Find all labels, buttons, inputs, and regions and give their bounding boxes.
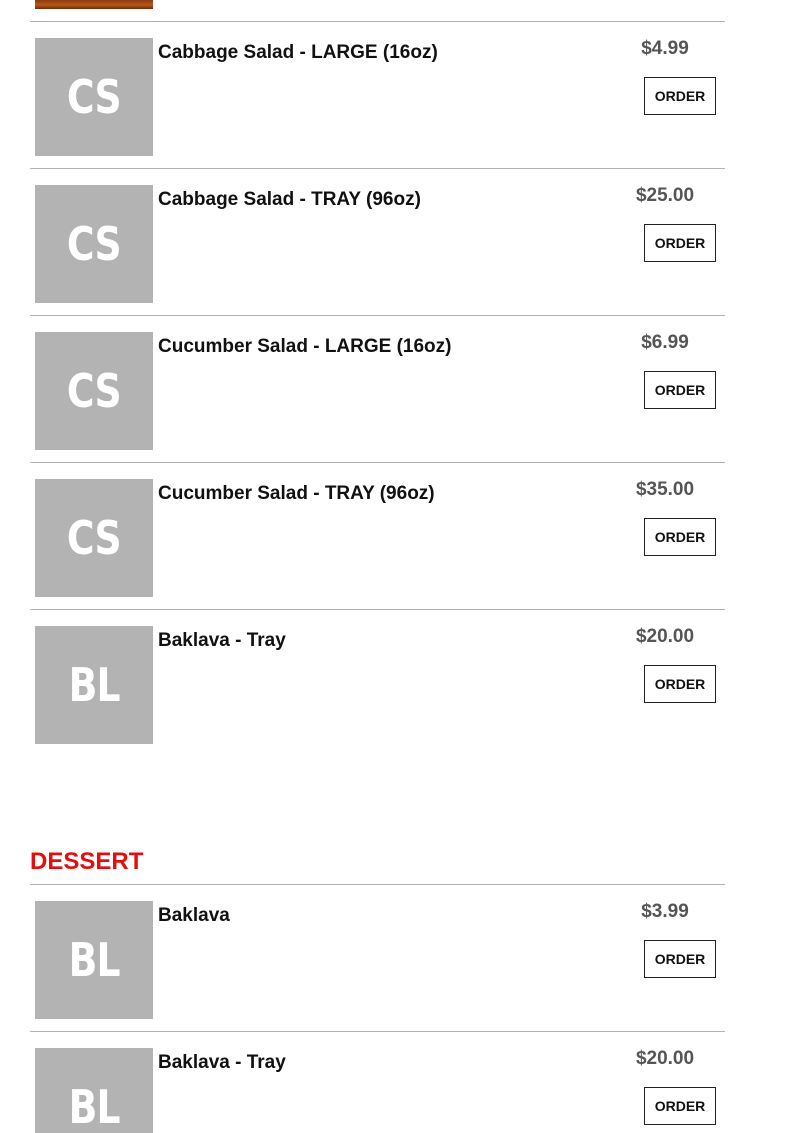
item-thumbnail[interactable]: BL [35, 1048, 153, 1133]
menu-item: CS Cabbage Salad - TRAY (96oz) $25.00 OR… [30, 168, 725, 315]
item-price: $6.99 [641, 332, 689, 353]
menu-item: CS Cucumber Salad - LARGE (16oz) $6.99 O… [30, 315, 725, 462]
order-button[interactable]: ORDER [644, 77, 716, 115]
item-name[interactable]: Cucumber Salad - TRAY (96oz) [158, 483, 435, 505]
thumbnail-initials: BL [68, 933, 120, 987]
thumbnail-initials: CS [67, 217, 122, 271]
order-button[interactable]: ORDER [644, 1087, 716, 1125]
order-button[interactable]: ORDER [644, 940, 716, 978]
item-name[interactable]: Baklava - Tray [158, 1052, 286, 1074]
item-price: $4.99 [641, 38, 689, 59]
item-name[interactable]: Cucumber Salad - LARGE (16oz) [158, 336, 452, 358]
item-thumbnail[interactable]: BL [35, 626, 153, 744]
thumbnail-initials: BL [68, 1080, 120, 1133]
item-thumbnail[interactable]: CS [35, 332, 153, 450]
menu-item: CS Cabbage Salad - LARGE (16oz) $4.99 OR… [30, 21, 725, 168]
item-thumbnail[interactable]: CS [35, 479, 153, 597]
order-button[interactable]: ORDER [644, 224, 716, 262]
menu-item: CS Cucumber Salad - TRAY (96oz) $35.00 O… [30, 462, 725, 609]
thumbnail-initials: CS [67, 511, 122, 565]
thumbnail-initials: CS [67, 70, 122, 124]
item-price: $3.99 [641, 901, 689, 922]
thumbnail-initials: BL [68, 658, 120, 712]
menu-section-dessert: BL Baklava $3.99 ORDER BL Baklava - Tray… [30, 884, 725, 1133]
item-price: $20.00 [635, 1048, 695, 1069]
previous-item-food-image [35, 0, 153, 9]
item-name[interactable]: Cabbage Salad - LARGE (16oz) [158, 42, 438, 64]
item-thumbnail[interactable]: CS [35, 185, 153, 303]
order-button[interactable]: ORDER [644, 371, 716, 409]
menu-item: BL Baklava - Tray $20.00 ORDER [30, 609, 725, 756]
item-price: $20.00 [635, 626, 695, 647]
item-name[interactable]: Baklava - Tray [158, 630, 286, 652]
order-button[interactable]: ORDER [644, 665, 716, 703]
menu-page: CS Cabbage Salad - LARGE (16oz) $4.99 OR… [0, 0, 785, 1133]
thumbnail-initials: CS [67, 364, 122, 418]
item-thumbnail[interactable]: CS [35, 38, 153, 156]
order-button[interactable]: ORDER [644, 518, 716, 556]
item-name[interactable]: Cabbage Salad - TRAY (96oz) [158, 189, 421, 211]
item-name[interactable]: Baklava [158, 905, 230, 927]
menu-item: BL Baklava - Tray $20.00 ORDER [30, 1031, 725, 1133]
item-thumbnail[interactable]: BL [35, 901, 153, 1019]
menu-item: BL Baklava $3.99 ORDER [30, 884, 725, 1031]
item-price: $25.00 [635, 185, 695, 206]
section-heading-dessert: DESSERT [30, 848, 144, 875]
menu-section-salads: CS Cabbage Salad - LARGE (16oz) $4.99 OR… [30, 21, 725, 756]
item-price: $35.00 [635, 479, 695, 500]
